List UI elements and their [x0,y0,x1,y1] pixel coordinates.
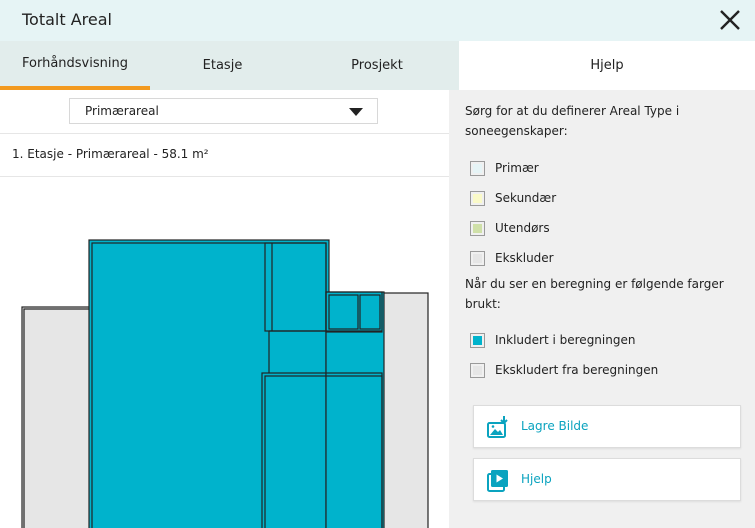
legend-item-primary: Primær [470,160,539,176]
help-intro-text: Sørg for at du definerer Areal Type i so… [465,104,680,138]
calc-intro-text: Når du ser en beregning er følgende farg… [465,277,724,311]
legend-label: Ekskluder [495,251,554,265]
help-video-button[interactable]: Hjelp [473,458,741,501]
help-panel: Sørg for at du definerer Areal Type i so… [449,90,755,528]
legend-item-exclude: Ekskluder [470,250,554,266]
swatch-excluded [470,362,485,378]
area-summary: 1. Etasje - Primærareal - 58.1 m² [12,147,209,161]
swatch-included [470,332,485,348]
legend-item-secondary: Sekundær [470,190,556,206]
legend-item-excluded: Ekskludert fra beregningen [470,362,658,378]
tab-floor[interactable]: Etasje [150,41,295,90]
divider [0,133,449,134]
legend-item-outdoor: Utendørs [470,220,550,236]
tab-help[interactable]: Hjelp [459,41,755,90]
area-type-select-value: Primærareal [85,104,159,118]
plan-zone-included [88,239,330,528]
save-image-label: Lagre Bilde [521,419,589,433]
help-video-label: Hjelp [521,472,552,486]
swatch-secondary [470,190,485,206]
area-type-select[interactable]: Primærareal [69,98,378,124]
plan-zone-excluded [21,306,93,528]
divider [0,176,449,177]
close-icon[interactable] [718,8,742,32]
save-image-button[interactable]: Lagre Bilde [473,405,741,448]
plan-zone-excluded [381,292,429,528]
legend-label: Sekundær [495,191,557,205]
title-bar: Totalt Areal [0,0,755,41]
swatch-exclude [470,250,485,266]
tab-project[interactable]: Prosjekt [295,41,459,90]
tab-bar: Forhåndsvisning Etasje Prosjekt [0,41,459,90]
legend-label: Inkludert i beregningen [495,333,636,347]
floor-plan [21,239,429,528]
plan-zone-included [325,291,385,528]
legend-label: Primær [495,161,539,175]
swatch-primary [470,160,485,176]
tab-preview[interactable]: Forhåndsvisning [0,41,150,90]
swatch-outdoor [470,220,485,236]
legend-item-included: Inkludert i beregningen [470,332,635,348]
legend-label: Ekskludert fra beregningen [495,363,659,377]
legend-label: Utendørs [495,221,550,235]
preview-panel: Primærareal 1. Etasje - Primærareal - 58… [0,90,449,528]
image-save-icon [487,416,508,438]
window-title: Totalt Areal [22,10,112,29]
video-play-icon [487,470,508,492]
chevron-down-icon [349,108,363,116]
